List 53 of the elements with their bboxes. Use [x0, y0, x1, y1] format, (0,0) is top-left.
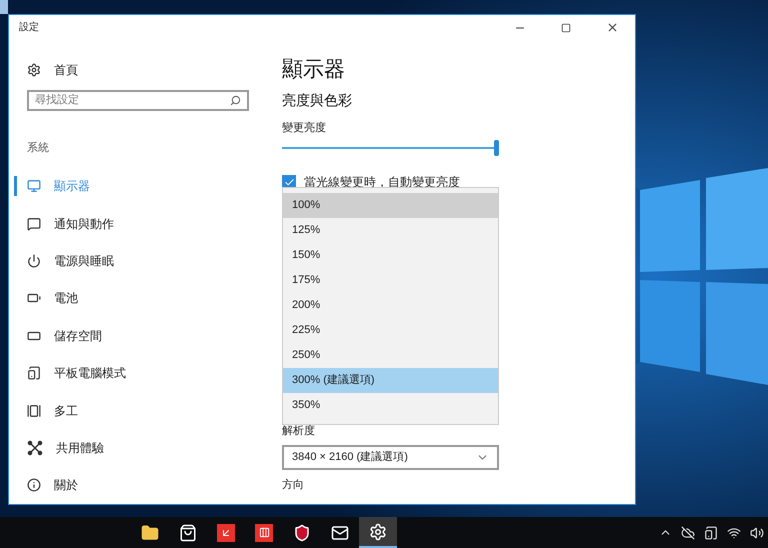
- wifi-icon[interactable]: [727, 526, 741, 540]
- page-title: 顯示器: [282, 57, 346, 83]
- menu-option[interactable]: 350%: [283, 393, 498, 418]
- nav-item[interactable]: 電源與睡眠: [9, 242, 264, 280]
- cloud-off-icon[interactable]: [681, 526, 695, 540]
- shield-icon: [293, 524, 311, 542]
- mail-icon: [331, 524, 349, 542]
- tablet-icon: [27, 366, 41, 380]
- maximize-icon: [561, 22, 571, 32]
- nav-item[interactable]: 儲存空間: [9, 317, 264, 354]
- bars-tile-icon: [255, 524, 273, 542]
- resolution-label: 解析度: [282, 424, 316, 439]
- monitor-icon: [27, 179, 41, 194]
- section-label: 系統: [27, 141, 50, 156]
- menu-option[interactable]: 250%: [283, 343, 498, 368]
- cross-nodes-icon: [27, 440, 43, 456]
- orientation-label: 方向: [282, 478, 305, 492]
- tablet-icon[interactable]: [704, 526, 718, 540]
- nav-item[interactable]: 顯示器: [9, 167, 264, 205]
- brightness-label: 變更亮度: [282, 120, 327, 136]
- search-icon: [230, 95, 241, 106]
- resolution-dropdown[interactable]: 3840 × 2160 (建議選項): [282, 445, 499, 470]
- menu-option[interactable]: 200%: [283, 293, 498, 318]
- brightness-slider[interactable]: [282, 140, 499, 156]
- nav-item[interactable]: 多工: [9, 392, 264, 430]
- menu-option[interactable]: 100%: [283, 193, 498, 218]
- arrow-tile-icon: [217, 524, 235, 542]
- menu-option[interactable]: 300% (建議選項): [283, 368, 498, 393]
- menu-option[interactable]: 150%: [283, 243, 498, 268]
- nav-item[interactable]: 平板電腦模式: [9, 354, 264, 392]
- nav-item[interactable]: 通知與動作: [9, 204, 264, 242]
- menu-option[interactable]: 175%: [283, 268, 498, 293]
- volume-icon[interactable]: [750, 526, 764, 540]
- settings-icon: [27, 62, 41, 77]
- search-field[interactable]: 尋找設定: [27, 90, 249, 112]
- home-link[interactable]: 首頁: [27, 60, 264, 80]
- info-icon: [27, 478, 41, 492]
- folder-icon: [141, 524, 159, 542]
- menu-option[interactable]: 125%: [283, 218, 498, 243]
- shopping-bag-icon: [179, 524, 197, 542]
- menu-option[interactable]: 225%: [283, 318, 498, 343]
- checkmark-icon: [284, 176, 294, 188]
- settings-icon: [369, 522, 387, 540]
- power-icon: [27, 254, 41, 268]
- section-heading: 亮度與色彩: [282, 91, 353, 110]
- window-title: 設定: [19, 20, 39, 35]
- message-icon: [27, 216, 41, 231]
- taskbar-app-button[interactable]: [359, 517, 397, 548]
- close-icon: [606, 21, 618, 34]
- nav-item[interactable]: 共用體驗: [9, 429, 264, 467]
- nav-item[interactable]: 關於: [9, 466, 264, 504]
- nav-item[interactable]: 電池: [9, 280, 264, 318]
- search-input[interactable]: 尋找設定: [35, 92, 230, 109]
